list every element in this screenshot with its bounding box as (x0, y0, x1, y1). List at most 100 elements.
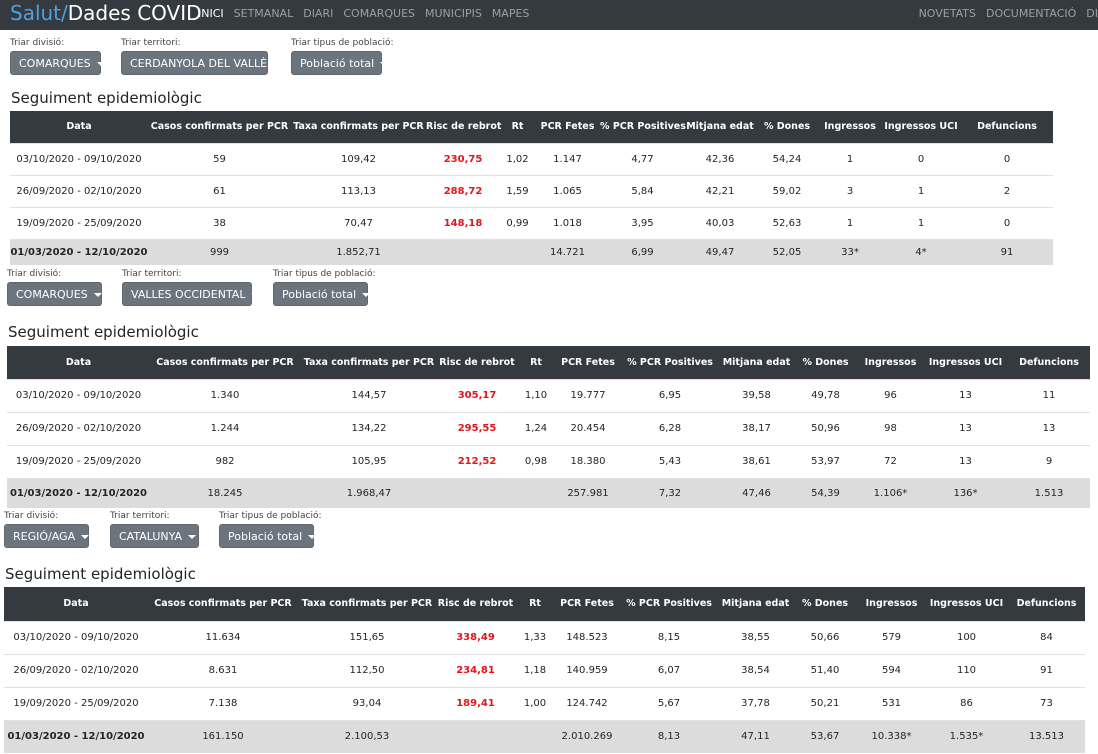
caret-down-icon (96, 62, 105, 66)
table-cell: 0 (881, 142, 961, 175)
table-cell: 52,63 (755, 206, 819, 239)
division-dropdown[interactable]: COMARQUES (7, 282, 102, 306)
nav-documentacio[interactable]: DOCUMENTACIÓ (986, 7, 1076, 20)
population-dropdown[interactable]: Població total (219, 524, 317, 548)
nav-mapes[interactable]: MAPES (492, 7, 530, 20)
territory-dropdown[interactable]: CATALUNYA (110, 524, 199, 548)
table-cell: 1,18 (515, 653, 555, 687)
population-label: Triar tipus de població: (219, 511, 322, 521)
total-cell: 01/03/2020 - 12/10/2020 (10, 238, 148, 265)
territory-dropdown[interactable]: CERDANYOLA DEL VALLÈS (121, 51, 289, 75)
risk-cell: 189,41 (436, 686, 515, 720)
table-cell: 1 (819, 206, 881, 239)
risk-cell: 148,18 (426, 206, 500, 239)
table-cell: 84 (1008, 620, 1085, 654)
table-cell: 1,00 (515, 686, 555, 720)
territory-dropdown[interactable]: VALLES OCCIDENTAL (122, 282, 260, 306)
population-filter: Triar tipus de població: Població total (291, 38, 394, 75)
total-row: 01/03/2020 - 12/10/2020 161.150 2.100,53 2.… (4, 719, 1085, 753)
column-header: Ingressos UCI (881, 111, 961, 143)
division-value: REGIÓ/AGA (13, 530, 76, 543)
column-header: Ingressos UCI (923, 346, 1008, 379)
nav-inici[interactable]: INICI (198, 7, 224, 20)
caret-down-icon (380, 62, 389, 66)
division-dropdown[interactable]: REGIÓ/AGA (4, 524, 90, 548)
table-cell: 03/10/2020 - 09/10/2020 (4, 620, 148, 654)
territory-label: Triar territori: (121, 38, 181, 48)
total-cell (438, 477, 516, 508)
nav-comarques[interactable]: COMARQUES (343, 7, 415, 20)
caret-down-icon (362, 293, 371, 297)
table-cell: 11 (1008, 378, 1090, 412)
total-cell: 4* (881, 238, 961, 265)
table-cell: 6,07 (619, 653, 719, 687)
total-cell: 49,47 (685, 238, 755, 265)
column-header: PCR Fetes (555, 587, 619, 621)
division-label: Triar divisió: (10, 38, 65, 48)
division-filter: Triar divisió: COMARQUES (10, 38, 105, 75)
column-header: Risc de rebrot (426, 111, 501, 143)
table-cell: 1,24 (516, 411, 556, 445)
total-cell: 8,13 (619, 719, 719, 753)
total-cell: 2.010.269 (555, 719, 619, 753)
table-cell: 982 (150, 444, 300, 478)
column-header: Ingressos (819, 111, 881, 143)
total-cell: 6,99 (600, 238, 685, 265)
population-value: Població total (282, 288, 357, 301)
table-cell: 110 (925, 653, 1008, 687)
total-cell (516, 477, 556, 508)
nav-di[interactable]: DI (1086, 7, 1098, 20)
population-dropdown[interactable]: Població total (291, 51, 389, 75)
table-cell: 26/09/2020 - 02/10/2020 (10, 174, 148, 207)
total-cell: 999 (148, 238, 291, 265)
nav-diari[interactable]: DIARI (303, 7, 333, 20)
column-header: Rt (516, 346, 556, 379)
total-cell (426, 238, 500, 265)
table-cell: 0,98 (516, 444, 556, 478)
population-value: Població total (300, 57, 375, 70)
column-header: Taxa confirmats per PCR (300, 346, 438, 379)
column-header: Casos confirmats per PCR (148, 111, 291, 143)
table-cell: 19/09/2020 - 25/09/2020 (10, 206, 148, 239)
territory-value: VALLES OCCIDENTAL (131, 288, 246, 301)
table-cell: 19.777 (556, 378, 620, 412)
column-header: Mitjana edat (685, 111, 755, 143)
total-cell: 33* (819, 238, 881, 265)
column-header: % Dones (792, 587, 858, 621)
table-cell: 1,33 (515, 620, 555, 654)
nav-novetats[interactable]: NOVETATS (919, 7, 976, 20)
population-dropdown[interactable]: Població total (273, 282, 371, 306)
table-cell: 86 (925, 686, 1008, 720)
epidemiology-table: Data Casos confirmats per PCR Taxa confirm… (10, 111, 1053, 265)
table-cell: 1,10 (516, 378, 556, 412)
table-cell: 03/10/2020 - 09/10/2020 (7, 378, 150, 412)
column-header: Defuncions (961, 111, 1053, 143)
table-cell: 38,61 (720, 444, 793, 478)
total-cell: 7,32 (620, 477, 720, 508)
risk-cell: 338,49 (436, 620, 515, 654)
population-label: Triar tipus de població: (291, 38, 394, 48)
population-filter: Triar tipus de població: Població total (273, 269, 376, 306)
table-cell: 124.742 (555, 686, 619, 720)
section-title: Seguiment epidemiològic (8, 323, 199, 341)
table-cell: 0,99 (500, 206, 535, 239)
table-cell: 594 (858, 653, 925, 687)
nav-municipis[interactable]: MUNICIPIS (425, 7, 482, 20)
caret-down-icon (188, 535, 196, 539)
main-nav: INICI SETMANAL DIARI COMARQUES MUNICIPIS… (198, 0, 539, 26)
table-cell: 38 (148, 206, 291, 239)
division-dropdown[interactable]: COMARQUES (10, 51, 105, 75)
total-cell: 1.968,47 (300, 477, 438, 508)
table-cell: 03/10/2020 - 09/10/2020 (10, 142, 148, 175)
section-title: Seguiment epidemiològic (11, 89, 202, 107)
table-row: 26/09/2020 - 02/10/2020 1.244 134,22 295,55… (7, 411, 1090, 445)
table-cell: 13 (923, 378, 1008, 412)
table-cell: 1.340 (150, 378, 300, 412)
column-header: Ingressos (858, 587, 925, 621)
column-header: % PCR Positives (620, 346, 720, 379)
brand-logo[interactable]: Salut/Dades COVID (10, 0, 202, 26)
table-cell: 98 (858, 411, 923, 445)
total-cell: 47,11 (719, 719, 792, 753)
table-cell: 579 (858, 620, 925, 654)
nav-setmanal[interactable]: SETMANAL (234, 7, 294, 20)
